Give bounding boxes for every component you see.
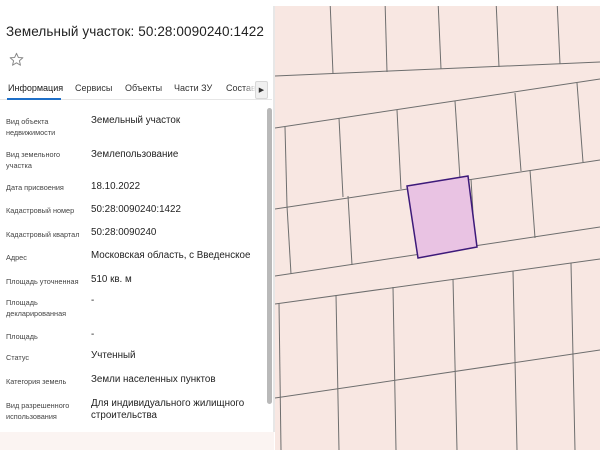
property-label: Площадь декларированная [6,298,67,318]
tab-info[interactable]: Информация [8,83,63,93]
property-label: Площадь [6,332,38,341]
boundary-line [495,0,500,68]
property-label: Категория земель [6,377,67,386]
boundary-line [384,0,388,73]
tab-bar: Информация Сервисы Объекты Части ЗУ Сост… [0,80,272,100]
property-value: Земельный участок [91,115,181,126]
boundary-line [329,0,334,75]
property-value: Учтенный [91,350,136,361]
property-value: - [91,295,95,306]
map-canvas [275,0,600,450]
property-label: Кадастровый квартал [6,230,80,239]
property-value: 18.10.2022 [91,181,141,192]
boundary-line [338,117,344,198]
boundary-line [392,286,397,450]
boundary-line [556,0,561,65]
active-tab-indicator [7,98,61,100]
property-label: Кадастровый номер [6,206,75,215]
scrollbar-thumb[interactable] [267,108,272,404]
property-value: Московская область, с Введенское [91,250,251,261]
property-label: Дата присвоения [6,183,64,192]
property-label: Вид объекта недвижимости [6,117,56,137]
chevron-right-icon: ▶ [258,87,265,94]
info-panel: Земельный участок: 50:28:0090240:1422 Ин… [0,0,274,432]
boundary-line [514,92,522,172]
boundary-line [437,0,442,70]
app-root: Земельный участок: 50:28:0090240:1422 Ин… [0,0,600,450]
property-label: Вид земельного участка [6,150,61,170]
property-label: Адрес [6,253,27,262]
boundary-line [576,82,584,163]
tab-parcel-parts[interactable]: Части ЗУ [174,83,212,93]
property-value: 50:28:0090240 [91,227,157,238]
tab-services[interactable]: Сервисы [75,83,112,93]
property-label: Статус [6,353,30,362]
property-value: Для индивидуального жилищного строительс… [91,398,245,421]
property-value: Земли населенных пунктов [91,374,216,385]
boundary-line [347,195,353,266]
selected-parcel[interactable] [406,175,478,259]
tab-objects[interactable]: Объекты [125,83,162,93]
boundary-line [278,302,282,450]
boundary-line [570,262,576,450]
boundary-line [529,169,536,239]
boundary-line [396,109,402,190]
top-strip [0,0,600,6]
boundary-line [286,205,292,275]
property-label: Вид разрешенного использования [6,401,70,421]
bottom-strip [0,432,274,450]
star-outline-icon[interactable] [8,51,25,68]
road-edge [275,78,600,129]
boundary-line [275,349,600,399]
tabs-scroll-right-button[interactable]: ▶ [255,81,268,99]
page-title: Земельный участок: 50:28:0090240:1422 [6,24,264,39]
boundary-line [284,126,288,207]
boundary-line [512,270,518,450]
boundary-line [275,61,600,77]
property-value: - [91,329,95,340]
road-edge [275,258,600,305]
boundary-line [454,100,461,180]
boundary-line [335,294,340,450]
property-value: Землепользование [91,149,179,160]
property-value: 510 кв. м [91,274,132,285]
boundary-line [452,278,458,450]
property-label: Площадь уточненная [6,277,79,286]
property-value: 50:28:0090240:1422 [91,204,181,215]
cadastral-map[interactable] [275,0,600,450]
